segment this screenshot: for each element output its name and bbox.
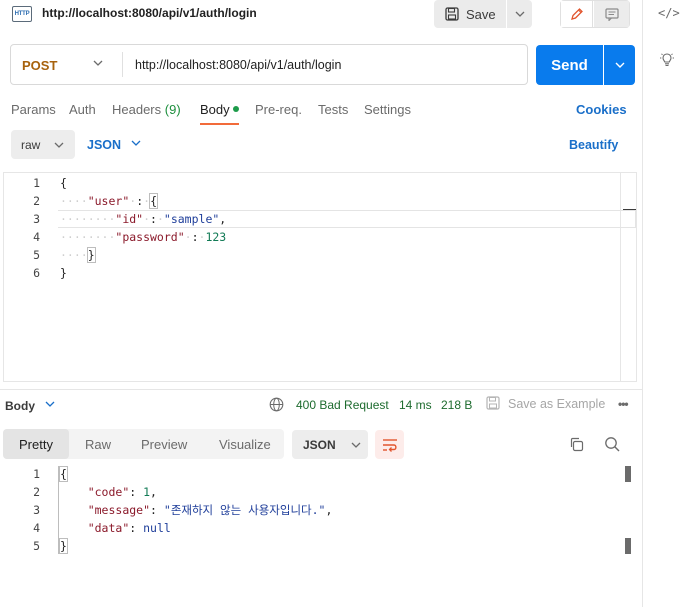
code-line: } bbox=[60, 266, 67, 280]
code-line: ····} bbox=[60, 247, 96, 263]
line-number: 5 bbox=[33, 539, 40, 553]
chevron-down-icon[interactable] bbox=[131, 140, 141, 146]
response-section-select[interactable]: Body bbox=[5, 399, 35, 413]
tab-prerequest[interactable]: Pre-req. bbox=[255, 102, 302, 117]
response-scroll-marker[interactable] bbox=[625, 466, 631, 482]
line-number: 3 bbox=[33, 503, 40, 517]
tab-body[interactable]: Body bbox=[200, 102, 230, 117]
request-title[interactable]: http://localhost:8080/api/v1/auth/login bbox=[42, 6, 257, 20]
body-mode-select[interactable]: raw bbox=[11, 130, 75, 159]
more-options-icon[interactable]: ••• bbox=[618, 397, 629, 411]
chevron-down-icon bbox=[515, 11, 524, 17]
save-options-button[interactable] bbox=[507, 0, 532, 28]
body-language-select[interactable]: JSON bbox=[87, 138, 121, 152]
chevron-down-icon bbox=[351, 442, 361, 448]
chevron-down-icon bbox=[54, 142, 64, 148]
response-body-code[interactable]: { "code": 1, "message": "존재하지 않는 사용자입니다.… bbox=[59, 465, 333, 555]
http-request-icon: HTTP bbox=[12, 6, 32, 22]
code-line: } bbox=[59, 538, 68, 554]
status-badge[interactable]: 400 Bad Request bbox=[296, 398, 389, 412]
response-line-numbers: 1 2 3 4 5 bbox=[20, 465, 40, 555]
response-time[interactable]: 14 ms bbox=[399, 398, 432, 412]
globe-icon[interactable] bbox=[269, 397, 284, 412]
tab-headers-label: Headers bbox=[112, 102, 162, 117]
pencil-icon bbox=[570, 8, 583, 20]
line-number: 2 bbox=[33, 485, 40, 499]
line-number: 6 bbox=[33, 266, 40, 280]
tab-headers[interactable]: Headers (9) bbox=[112, 102, 181, 117]
beautify-button[interactable]: Beautify bbox=[569, 138, 618, 152]
code-line: ········"password"·:·123 bbox=[60, 230, 227, 244]
response-code-value: 1 bbox=[143, 485, 151, 499]
code-line: "code": 1, bbox=[87, 485, 157, 499]
code-line: { bbox=[59, 466, 68, 482]
body-indicator-dot bbox=[233, 106, 239, 112]
documentation-mode-button[interactable] bbox=[594, 1, 629, 27]
editor-scrollbar-track[interactable] bbox=[620, 172, 621, 382]
tab-pretty[interactable]: Pretty bbox=[3, 429, 69, 459]
url-input[interactable]: http://localhost:8080/api/v1/auth/login bbox=[135, 58, 341, 72]
tab-preview[interactable]: Preview bbox=[141, 437, 187, 452]
request-body-code[interactable]: { ····"user"·:·{ ········"id"·:·"sample", ·… bbox=[60, 174, 226, 282]
method-select[interactable]: POST bbox=[22, 58, 57, 73]
tab-params[interactable]: Params bbox=[11, 102, 56, 117]
response-size[interactable]: 218 B bbox=[441, 398, 472, 412]
chevron-down-icon[interactable] bbox=[45, 401, 55, 407]
response-format-select[interactable]: JSON bbox=[292, 430, 368, 459]
line-number: 4 bbox=[33, 230, 40, 244]
save-button[interactable]: Save bbox=[434, 0, 506, 28]
chevron-down-icon bbox=[615, 62, 624, 68]
line-number: 4 bbox=[33, 521, 40, 535]
search-icon[interactable] bbox=[604, 436, 620, 452]
chevron-down-icon[interactable] bbox=[93, 60, 103, 66]
tab-tests[interactable]: Tests bbox=[318, 102, 348, 117]
code-line: ····"user"·:·{ bbox=[60, 193, 158, 209]
line-number: 1 bbox=[33, 467, 40, 481]
tab-visualize[interactable]: Visualize bbox=[219, 437, 271, 452]
response-message-value: 존재하지 않는 사용자입니다. bbox=[170, 503, 319, 517]
headers-count: (9) bbox=[164, 102, 181, 117]
code-line: "message": "존재하지 않는 사용자입니다.", bbox=[87, 503, 333, 517]
wrap-icon bbox=[382, 438, 397, 452]
wrap-lines-button[interactable] bbox=[375, 430, 404, 459]
request-line-numbers: 1 2 3 4 5 6 bbox=[20, 174, 40, 282]
response-data-value: null bbox=[143, 521, 171, 535]
response-format-label: JSON bbox=[303, 437, 336, 452]
tab-auth[interactable]: Auth bbox=[69, 102, 96, 117]
cookies-link[interactable]: Cookies bbox=[576, 102, 627, 117]
url-divider bbox=[122, 52, 123, 77]
save-icon bbox=[445, 7, 459, 21]
line-number: 2 bbox=[33, 194, 40, 208]
save-label: Save bbox=[466, 6, 496, 22]
code-snippet-icon[interactable]: </> bbox=[658, 6, 680, 20]
code-line: "data": null bbox=[87, 521, 171, 535]
lightbulb-icon[interactable] bbox=[659, 52, 675, 71]
active-tab-underline bbox=[200, 123, 239, 125]
tab-settings[interactable]: Settings bbox=[364, 102, 411, 117]
line-number: 5 bbox=[33, 248, 40, 262]
response-divider[interactable] bbox=[0, 389, 642, 390]
send-button[interactable]: Send bbox=[536, 45, 603, 85]
save-icon bbox=[486, 396, 500, 410]
body-mode-label: raw bbox=[21, 137, 41, 152]
tab-raw[interactable]: Raw bbox=[85, 437, 111, 452]
send-options-button[interactable] bbox=[604, 45, 635, 85]
code-line: { bbox=[60, 176, 67, 190]
copy-icon[interactable] bbox=[569, 437, 584, 452]
line-number: 1 bbox=[33, 176, 40, 190]
comment-icon bbox=[604, 7, 619, 21]
line-number: 3 bbox=[33, 212, 40, 226]
right-sidebar-divider bbox=[642, 0, 643, 607]
save-as-example-button[interactable]: Save as Example bbox=[508, 397, 605, 411]
response-scroll-marker[interactable] bbox=[625, 538, 631, 554]
edit-mode-button[interactable] bbox=[561, 1, 593, 27]
code-line: ········"id"·:·"sample", bbox=[60, 212, 227, 226]
